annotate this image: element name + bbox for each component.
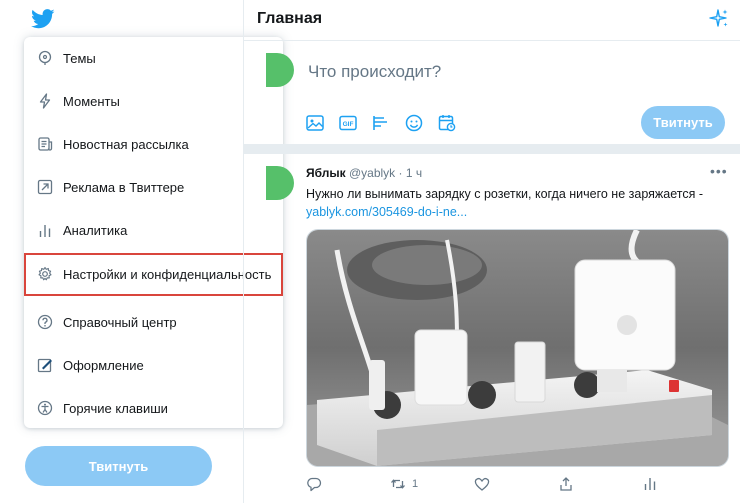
compose-toolbar: GIF xyxy=(305,113,457,135)
more-options-icon[interactable]: ••• xyxy=(710,164,728,178)
menu-item-label: Темы xyxy=(63,51,96,66)
accessibility-icon xyxy=(37,400,53,416)
schedule-icon[interactable] xyxy=(437,113,457,133)
tweet-header: Яблык @yablyk · 1 ч xyxy=(306,166,422,180)
tweet-photo[interactable] xyxy=(306,229,729,467)
tweet-handle[interactable]: @yablyk xyxy=(349,166,395,180)
tweet-time[interactable]: 1 ч xyxy=(406,166,422,180)
tweet-avatar[interactable] xyxy=(266,166,294,200)
heart-icon xyxy=(474,477,490,491)
compose-input[interactable]: Что происходит? xyxy=(308,62,441,82)
menu-item-label: Моменты xyxy=(63,94,120,109)
gear-icon xyxy=(38,266,52,281)
compose-tweet-button[interactable]: Твитнуть xyxy=(641,106,725,139)
menu-item-label: Справочный центр xyxy=(63,315,177,330)
feed-separator xyxy=(244,144,740,154)
reply-button[interactable] xyxy=(306,474,322,494)
poll-icon[interactable] xyxy=(371,113,391,133)
gif-icon[interactable]: GIF xyxy=(338,113,358,133)
avatar[interactable] xyxy=(266,53,294,87)
tweet-separator: · xyxy=(398,166,403,180)
retweet-button[interactable]: 1 xyxy=(390,474,418,494)
header: Главная xyxy=(244,0,740,41)
ads-arrow-icon xyxy=(37,179,53,195)
analytics-button[interactable] xyxy=(642,474,658,494)
analytics-icon xyxy=(644,478,656,490)
menu-item-label: Оформление xyxy=(63,358,144,373)
lightning-icon xyxy=(39,93,51,109)
analytics-icon xyxy=(39,225,51,237)
display-icon xyxy=(37,358,52,373)
sidebar-tweet-button[interactable]: Твитнуть xyxy=(25,446,212,486)
tweet-text: Нужно ли вынимать зарядку с розетки, ког… xyxy=(306,187,703,201)
sparkle-icon[interactable] xyxy=(708,8,730,30)
image-icon[interactable] xyxy=(305,113,325,133)
emoji-icon[interactable] xyxy=(404,113,424,133)
svg-text:GIF: GIF xyxy=(343,121,354,128)
main-column: Главная Что происходит? GIF Твитнуть Ябл… xyxy=(244,0,740,503)
menu-item-label: Новостная рассылка xyxy=(63,137,189,152)
reply-icon xyxy=(307,477,322,492)
page-title: Главная xyxy=(257,10,323,27)
retweet-count: 1 xyxy=(412,478,419,490)
compose-box: Что происходит? GIF Твитнуть xyxy=(244,41,740,144)
menu-item-label: Горячие клавиши xyxy=(63,401,168,416)
power-strip-photo xyxy=(307,230,728,466)
tweet-link[interactable]: yablyk.com/305469-do-i-ne... xyxy=(306,205,467,219)
menu-item-label: Реклама в Твиттере xyxy=(63,180,185,195)
help-icon xyxy=(37,314,53,330)
tweet-actions: 1 xyxy=(306,474,727,496)
share-icon xyxy=(560,477,572,491)
tweet-author[interactable]: Яблык xyxy=(306,166,346,180)
retweet-icon xyxy=(391,479,405,489)
menu-item-label: Настройки и конфиденциальность xyxy=(63,267,272,282)
share-button[interactable] xyxy=(558,474,574,494)
twitter-logo-icon[interactable] xyxy=(31,9,55,29)
newsletter-icon xyxy=(38,137,53,151)
topics-icon xyxy=(38,50,52,65)
like-button[interactable] xyxy=(474,474,490,494)
tweet[interactable]: Яблык @yablyk · 1 ч ••• Нужно ли вынимат… xyxy=(244,154,740,503)
menu-item-label: Аналитика xyxy=(63,223,128,238)
sidebar: Темы Моменты Новостная рассылка Реклама … xyxy=(0,0,283,503)
